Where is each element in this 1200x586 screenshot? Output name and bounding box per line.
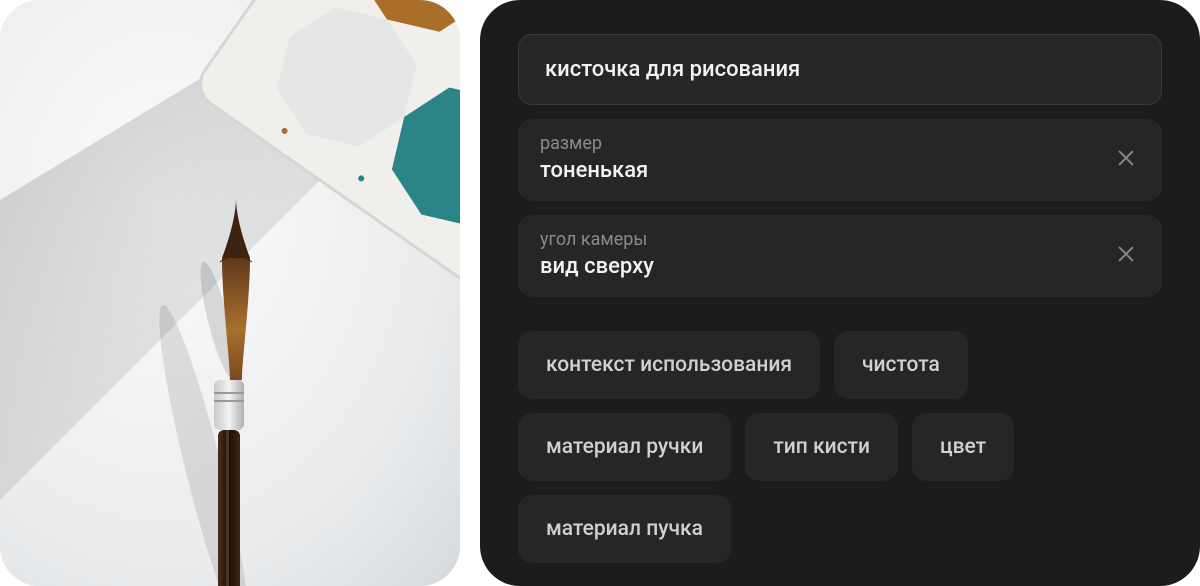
filter-value: тоненькая [540, 158, 648, 183]
close-icon[interactable] [1112, 144, 1140, 172]
preview-image [0, 0, 460, 586]
suggestion-chips: контекст использования чистота материал … [518, 331, 1162, 563]
chip-bristle-material[interactable]: материал пучка [518, 495, 731, 563]
brush-palette-illustration [0, 0, 460, 586]
filter-value: вид сверху [540, 254, 654, 279]
controls-panel: кисточка для рисования размер тоненькая … [480, 0, 1200, 586]
chip-handle-material[interactable]: материал ручки [518, 413, 731, 481]
chip-color[interactable]: цвет [912, 413, 1014, 481]
chip-usage-context[interactable]: контекст использования [518, 331, 820, 399]
chip-cleanliness[interactable]: чистота [834, 331, 968, 399]
chip-brush-type[interactable]: тип кисти [745, 413, 898, 481]
filter-row-camera-angle[interactable]: угол камеры вид сверху [518, 215, 1162, 297]
close-icon[interactable] [1112, 240, 1140, 268]
filter-row-size[interactable]: размер тоненькая [518, 119, 1162, 201]
filter-label: угол камеры [540, 229, 654, 250]
filter-label: размер [540, 133, 648, 154]
search-input[interactable]: кисточка для рисования [518, 34, 1162, 105]
